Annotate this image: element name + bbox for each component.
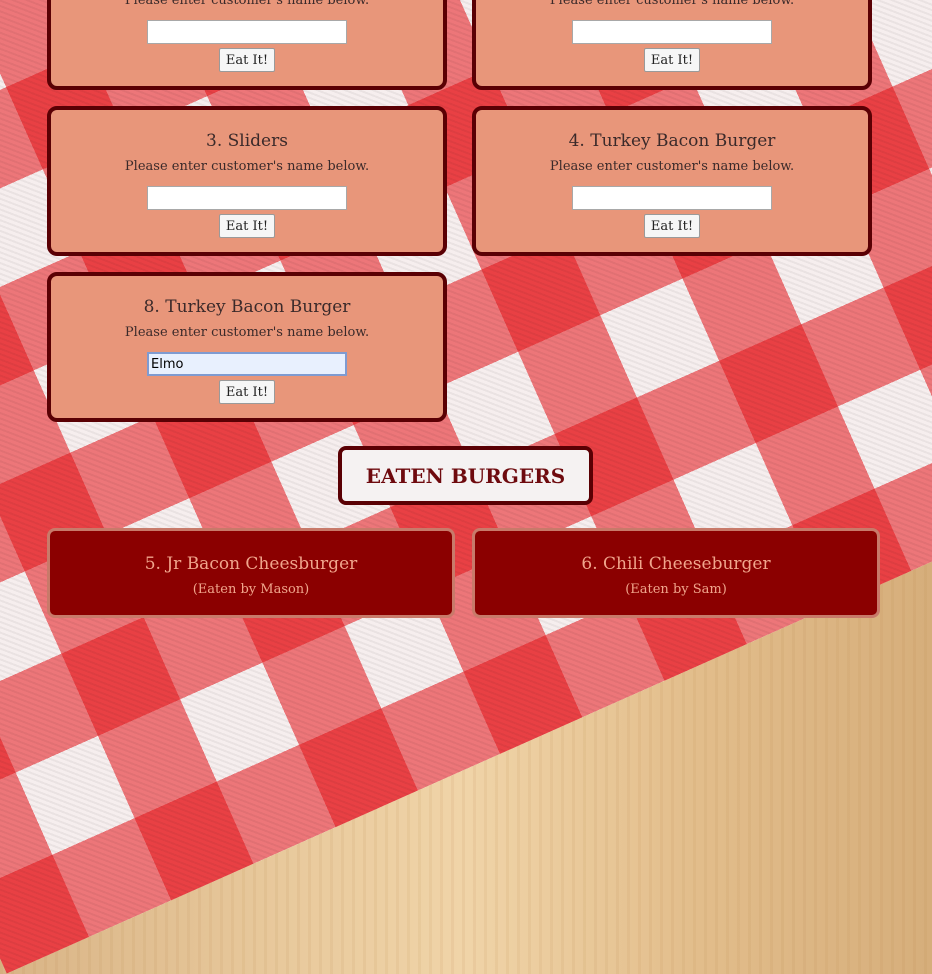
customer-name-input[interactable] <box>572 20 772 44</box>
eaten-burger-card: 5. Jr Bacon Cheesburger (Eaten by Mason) <box>47 528 455 618</box>
burger-title: 8. Turkey Bacon Burger <box>143 297 351 317</box>
name-prompt: Please enter customer's name below. <box>549 0 795 8</box>
customer-name-input[interactable] <box>147 186 347 210</box>
burger-card-1: Please enter customer's name below. Eat … <box>47 0 447 90</box>
name-prompt: Please enter customer's name below. <box>124 0 370 8</box>
eaten-burgers-heading: EATEN BURGERS <box>338 446 593 505</box>
eat-it-button[interactable]: Eat It! <box>218 380 276 404</box>
eaten-by-label: (Eaten by Sam) <box>625 582 727 597</box>
name-prompt: Please enter customer's name below. <box>549 159 795 174</box>
eat-it-button[interactable]: Eat It! <box>218 214 276 238</box>
burger-card-8: 8. Turkey Bacon Burger Please enter cust… <box>47 272 447 422</box>
customer-name-input[interactable] <box>572 186 772 210</box>
customer-name-input[interactable] <box>147 20 347 44</box>
eaten-burger-title: 6. Chili Cheeseburger <box>581 554 771 574</box>
burger-title: 3. Sliders <box>206 131 288 151</box>
eat-it-button[interactable]: Eat It! <box>643 214 701 238</box>
burger-title: 4. Turkey Bacon Burger <box>568 131 776 151</box>
eat-it-button[interactable]: Eat It! <box>643 48 701 72</box>
name-prompt: Please enter customer's name below. <box>124 325 370 340</box>
eaten-burger-card: 6. Chili Cheeseburger (Eaten by Sam) <box>472 528 880 618</box>
eaten-burger-title: 5. Jr Bacon Cheesburger <box>144 554 358 574</box>
name-prompt: Please enter customer's name below. <box>124 159 370 174</box>
eaten-by-label: (Eaten by Mason) <box>192 582 310 597</box>
burger-card-4: 4. Turkey Bacon Burger Please enter cust… <box>472 106 872 256</box>
burger-card-2: Please enter customer's name below. Eat … <box>472 0 872 90</box>
eat-it-button[interactable]: Eat It! <box>218 48 276 72</box>
customer-name-input[interactable] <box>147 352 347 376</box>
burger-card-3: 3. Sliders Please enter customer's name … <box>47 106 447 256</box>
